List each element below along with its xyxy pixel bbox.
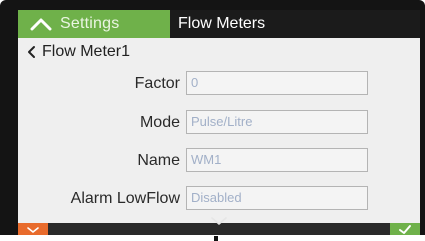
back-label: Flow Meter1 (42, 43, 131, 60)
checkmark-icon (399, 225, 411, 234)
scroll-down-icon[interactable] (210, 216, 228, 226)
name-label: Name (137, 152, 180, 169)
chevron-left-icon (28, 46, 35, 58)
tab-settings-label: Settings (60, 15, 120, 32)
tab-settings[interactable]: Settings (18, 10, 170, 38)
page-title: Flow Meters (178, 15, 266, 32)
alarm-lowflow-field[interactable]: Disabled (186, 186, 368, 210)
name-field[interactable]: WM1 (186, 148, 368, 172)
background-strip (0, 235, 425, 241)
back-button[interactable]: Flow Meter1 (26, 42, 130, 62)
mode-field[interactable]: Pulse/Litre (186, 110, 368, 134)
touch-screen: Settings Flow Meters Flow Meter1 Factor … (18, 10, 420, 236)
chevron-up-icon (30, 18, 52, 31)
factor-label: Factor (134, 75, 180, 92)
mode-label: Mode (139, 114, 180, 131)
alarm-lowflow-label: Alarm LowFlow (70, 190, 180, 207)
tab-flow-meters: Flow Meters (170, 10, 420, 38)
factor-field[interactable]: 0 (186, 71, 368, 95)
stylus-tip (214, 236, 218, 241)
device-bezel: Settings Flow Meters Flow Meter1 Factor … (0, 0, 425, 241)
chevron-down-icon (27, 227, 39, 234)
